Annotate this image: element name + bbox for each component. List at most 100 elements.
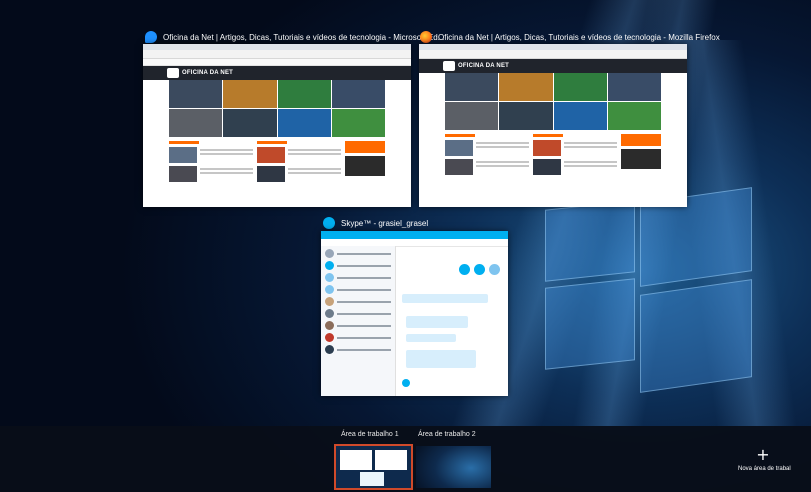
sidebar-banner <box>345 141 385 153</box>
desktop-2-label: Área de trabalho 2 <box>418 431 476 438</box>
window-thumbnail-firefox[interactable]: OFICINA DA NET <box>419 44 687 207</box>
site-navbar: OFICINA DA NET <box>419 59 687 73</box>
hero-tile <box>169 109 223 137</box>
section-column <box>445 134 529 178</box>
sidebar-banner <box>621 134 661 146</box>
article-image <box>445 159 473 175</box>
site-logo: OFICINA DA NET <box>182 70 234 76</box>
hero-tile <box>277 80 331 108</box>
chat-message <box>406 334 456 342</box>
article-row <box>533 159 617 175</box>
window-title-firefox[interactable]: Oficina da Net | Artigos, Dicas, Tutoria… <box>420 29 720 45</box>
skype-icon <box>323 217 335 229</box>
article-image <box>169 147 197 163</box>
mini-window <box>360 472 384 486</box>
edge-icon <box>145 31 157 43</box>
avatar <box>325 321 334 330</box>
article-row <box>445 140 529 156</box>
window-title-edge[interactable]: Oficina da Net | Artigos, Dicas, Tutoria… <box>145 29 444 45</box>
hero-tile <box>607 102 661 130</box>
contact-item <box>325 297 391 306</box>
article-row <box>169 166 253 182</box>
skype-titlebar <box>321 231 508 239</box>
hero-tile <box>607 73 661 101</box>
call-icon <box>474 264 485 275</box>
windows-logo-pane <box>640 279 752 393</box>
plus-icon[interactable]: + <box>755 447 771 463</box>
article-row <box>169 147 253 163</box>
hero-tile <box>445 102 499 130</box>
section-column <box>533 134 617 178</box>
browser-address-bar <box>419 50 687 59</box>
hero-tile <box>277 109 331 137</box>
avatar <box>325 297 334 306</box>
hero-tile <box>223 80 277 108</box>
article-image <box>533 140 561 156</box>
section-header <box>445 134 475 137</box>
hero-tile <box>553 102 607 130</box>
hero-tile <box>499 73 553 101</box>
emoji-icon <box>402 379 410 387</box>
hero-tile <box>553 73 607 101</box>
site-hero-grid <box>169 80 385 137</box>
avatar <box>325 345 334 354</box>
article-row <box>257 166 341 182</box>
browser-favorites-bar <box>143 59 411 66</box>
windows-logo-pane <box>545 278 635 370</box>
chat-message <box>406 316 468 328</box>
avatar <box>325 285 334 294</box>
contact-item <box>325 273 391 282</box>
desktop-1-thumbnail[interactable] <box>334 444 413 490</box>
contact-item <box>325 249 391 258</box>
site-logo-icon <box>443 61 455 71</box>
mini-window <box>340 450 372 470</box>
site-sections <box>169 141 385 185</box>
window-title-text: Oficina da Net | Artigos, Dicas, Tutoria… <box>163 32 445 42</box>
article-image <box>445 140 473 156</box>
sidebar-image <box>621 149 661 169</box>
skype-contacts-panel <box>321 246 396 396</box>
add-contact-icon <box>489 264 500 275</box>
avatar <box>325 273 334 282</box>
window-title-text: Skype™ - grasiel_grasel <box>341 218 429 228</box>
windows-logo-pane <box>545 200 635 282</box>
contact-item <box>325 309 391 318</box>
window-title-text: Oficina da Net | Artigos, Dicas, Tutoria… <box>438 32 720 42</box>
hero-tile <box>331 109 385 137</box>
mini-window <box>375 450 407 470</box>
desktop-2-thumbnail[interactable] <box>416 446 491 488</box>
hero-tile <box>499 102 553 130</box>
chat-message <box>402 294 488 303</box>
hero-tile <box>445 73 499 101</box>
firefox-icon <box>420 31 432 43</box>
section-header <box>533 134 563 137</box>
browser-address-bar <box>143 50 411 59</box>
desktop-1-label: Área de trabalho 1 <box>341 431 399 438</box>
skype-conversation <box>396 246 508 396</box>
avatar <box>325 333 334 342</box>
article-image <box>257 166 285 182</box>
section-header <box>257 141 287 144</box>
video-call-icon <box>459 264 470 275</box>
site-hero-grid <box>445 73 661 130</box>
contact-item <box>325 345 391 354</box>
contact-item <box>325 285 391 294</box>
article-row <box>533 140 617 156</box>
article-row <box>445 159 529 175</box>
hero-tile <box>169 80 223 108</box>
site-navbar: OFICINA DA NET <box>143 66 411 80</box>
site-logo-icon <box>167 68 179 78</box>
section-column <box>257 141 341 185</box>
sidebar-widgets <box>621 134 661 178</box>
window-thumbnail-skype[interactable] <box>321 231 508 396</box>
hero-tile <box>223 109 277 137</box>
article-row <box>257 147 341 163</box>
chat-message <box>406 350 476 368</box>
site-sections <box>445 134 661 178</box>
contact-item <box>325 261 391 270</box>
new-desktop-button[interactable]: Nova área de trabal <box>738 466 791 472</box>
window-title-skype[interactable]: Skype™ - grasiel_grasel <box>323 215 428 231</box>
avatar <box>325 309 334 318</box>
window-thumbnail-edge[interactable]: OFICINA DA NET <box>143 44 411 207</box>
avatar <box>325 261 334 270</box>
